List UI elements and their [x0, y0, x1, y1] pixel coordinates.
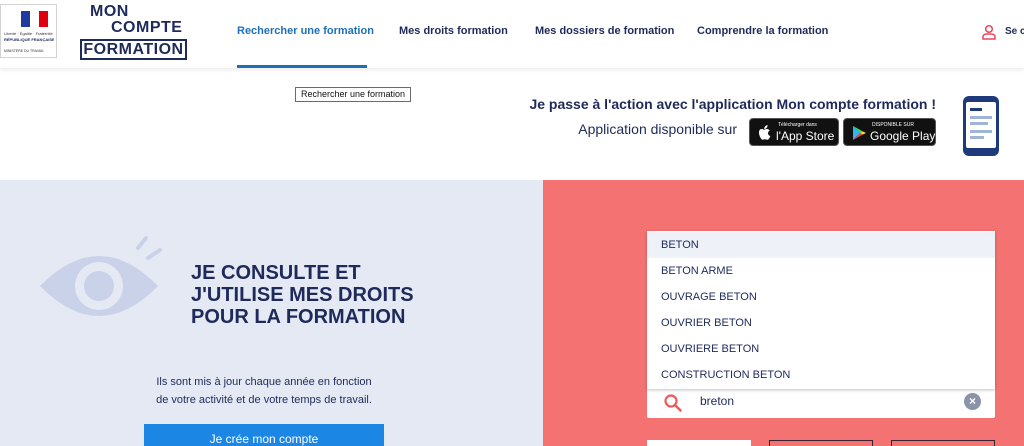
mon-compte-formation-logo[interactable]: MON COMPTE FORMATION — [80, 3, 187, 60]
logo-line-2: COMPTE — [111, 19, 183, 36]
login-link[interactable]: Se c — [1005, 26, 1024, 37]
heading-line: POUR LA FORMATION — [191, 306, 406, 328]
droits-description: Ils sont mis à jour chaque année en fonc… — [128, 373, 400, 409]
suggestion-item[interactable]: BETON ARME — [647, 258, 995, 284]
republique-francaise-logo[interactable]: Liberté · Égalité · Fraternité RÉPUBLIQU… — [0, 4, 57, 58]
create-account-button[interactable]: Je crée mon compte — [144, 424, 384, 446]
gov-ministry: MINISTÈRE DU TRAVAIL — [4, 49, 45, 53]
filter-button[interactable] — [769, 440, 873, 446]
search-icon[interactable] — [663, 393, 683, 413]
clear-search-icon[interactable]: × — [964, 393, 981, 410]
google-play-label: Google Play — [870, 129, 936, 143]
french-flag-icon — [21, 11, 48, 27]
search-input-value[interactable]: breton — [700, 394, 734, 408]
phone-screen — [966, 102, 996, 148]
phone-app-illustration — [963, 96, 999, 156]
google-play-icon — [853, 126, 866, 140]
suggestion-item[interactable]: OUVRIERE BETON — [647, 336, 995, 362]
suggestion-item[interactable]: CONSTRUCTION BETON — [647, 362, 995, 388]
logo-line-1: MON — [90, 3, 129, 20]
heading-line: J'UTILISE MES DROITS — [191, 284, 414, 306]
nav-mes-droits-formation[interactable]: Mes droits formation — [399, 25, 508, 37]
filter-button[interactable] — [647, 440, 751, 446]
site-header: Liberté · Égalité · Fraternité RÉPUBLIQU… — [0, 0, 1024, 68]
nav-tooltip: Rechercher une formation — [295, 87, 412, 102]
app-store-label: l'App Store — [776, 129, 835, 143]
gov-motto: Liberté · Égalité · Fraternité — [4, 31, 53, 36]
logo-line-3: FORMATION — [80, 39, 187, 60]
apple-icon — [759, 125, 771, 140]
google-play-small-label: DISPONIBLE SUR — [872, 122, 914, 128]
heading-line: JE CONSULTE ET — [191, 262, 361, 284]
google-play-button[interactable]: DISPONIBLE SUR Google Play — [843, 118, 936, 146]
app-promo-subtitle: Application disponible sur — [578, 121, 737, 137]
suggestion-item[interactable]: BETON — [647, 232, 995, 258]
suggestion-item[interactable]: OUVRAGE BETON — [647, 284, 995, 310]
nav-rechercher-formation[interactable]: Rechercher une formation — [237, 25, 374, 37]
eye-icon — [40, 236, 162, 316]
app-store-small-label: Télécharger dans — [778, 122, 817, 128]
app-store-button[interactable]: Télécharger dans l'App Store — [749, 118, 839, 146]
gov-republic: RÉPUBLIQUE FRANÇAISE — [4, 37, 54, 42]
suggestion-item[interactable]: OUVRIER BETON — [647, 310, 995, 336]
droits-heading: JE CONSULTE ET J'UTILISE MES DROITS POUR… — [191, 262, 491, 328]
nav-mes-dossiers-formation[interactable]: Mes dossiers de formation — [535, 25, 674, 37]
filter-button[interactable] — [891, 440, 995, 446]
app-promo-title: Je passe à l'action avec l'application M… — [529, 96, 936, 112]
desc-line: Ils sont mis à jour chaque année en fonc… — [156, 376, 372, 388]
user-icon[interactable] — [981, 24, 997, 40]
active-nav-indicator — [237, 65, 367, 68]
desc-line: de votre activité et de votre temps de t… — [156, 394, 372, 406]
autocomplete-dropdown: BETON BETON ARME OUVRAGE BETON OUVRIER B… — [647, 231, 995, 389]
nav-comprendre-formation[interactable]: Comprendre la formation — [697, 25, 828, 37]
